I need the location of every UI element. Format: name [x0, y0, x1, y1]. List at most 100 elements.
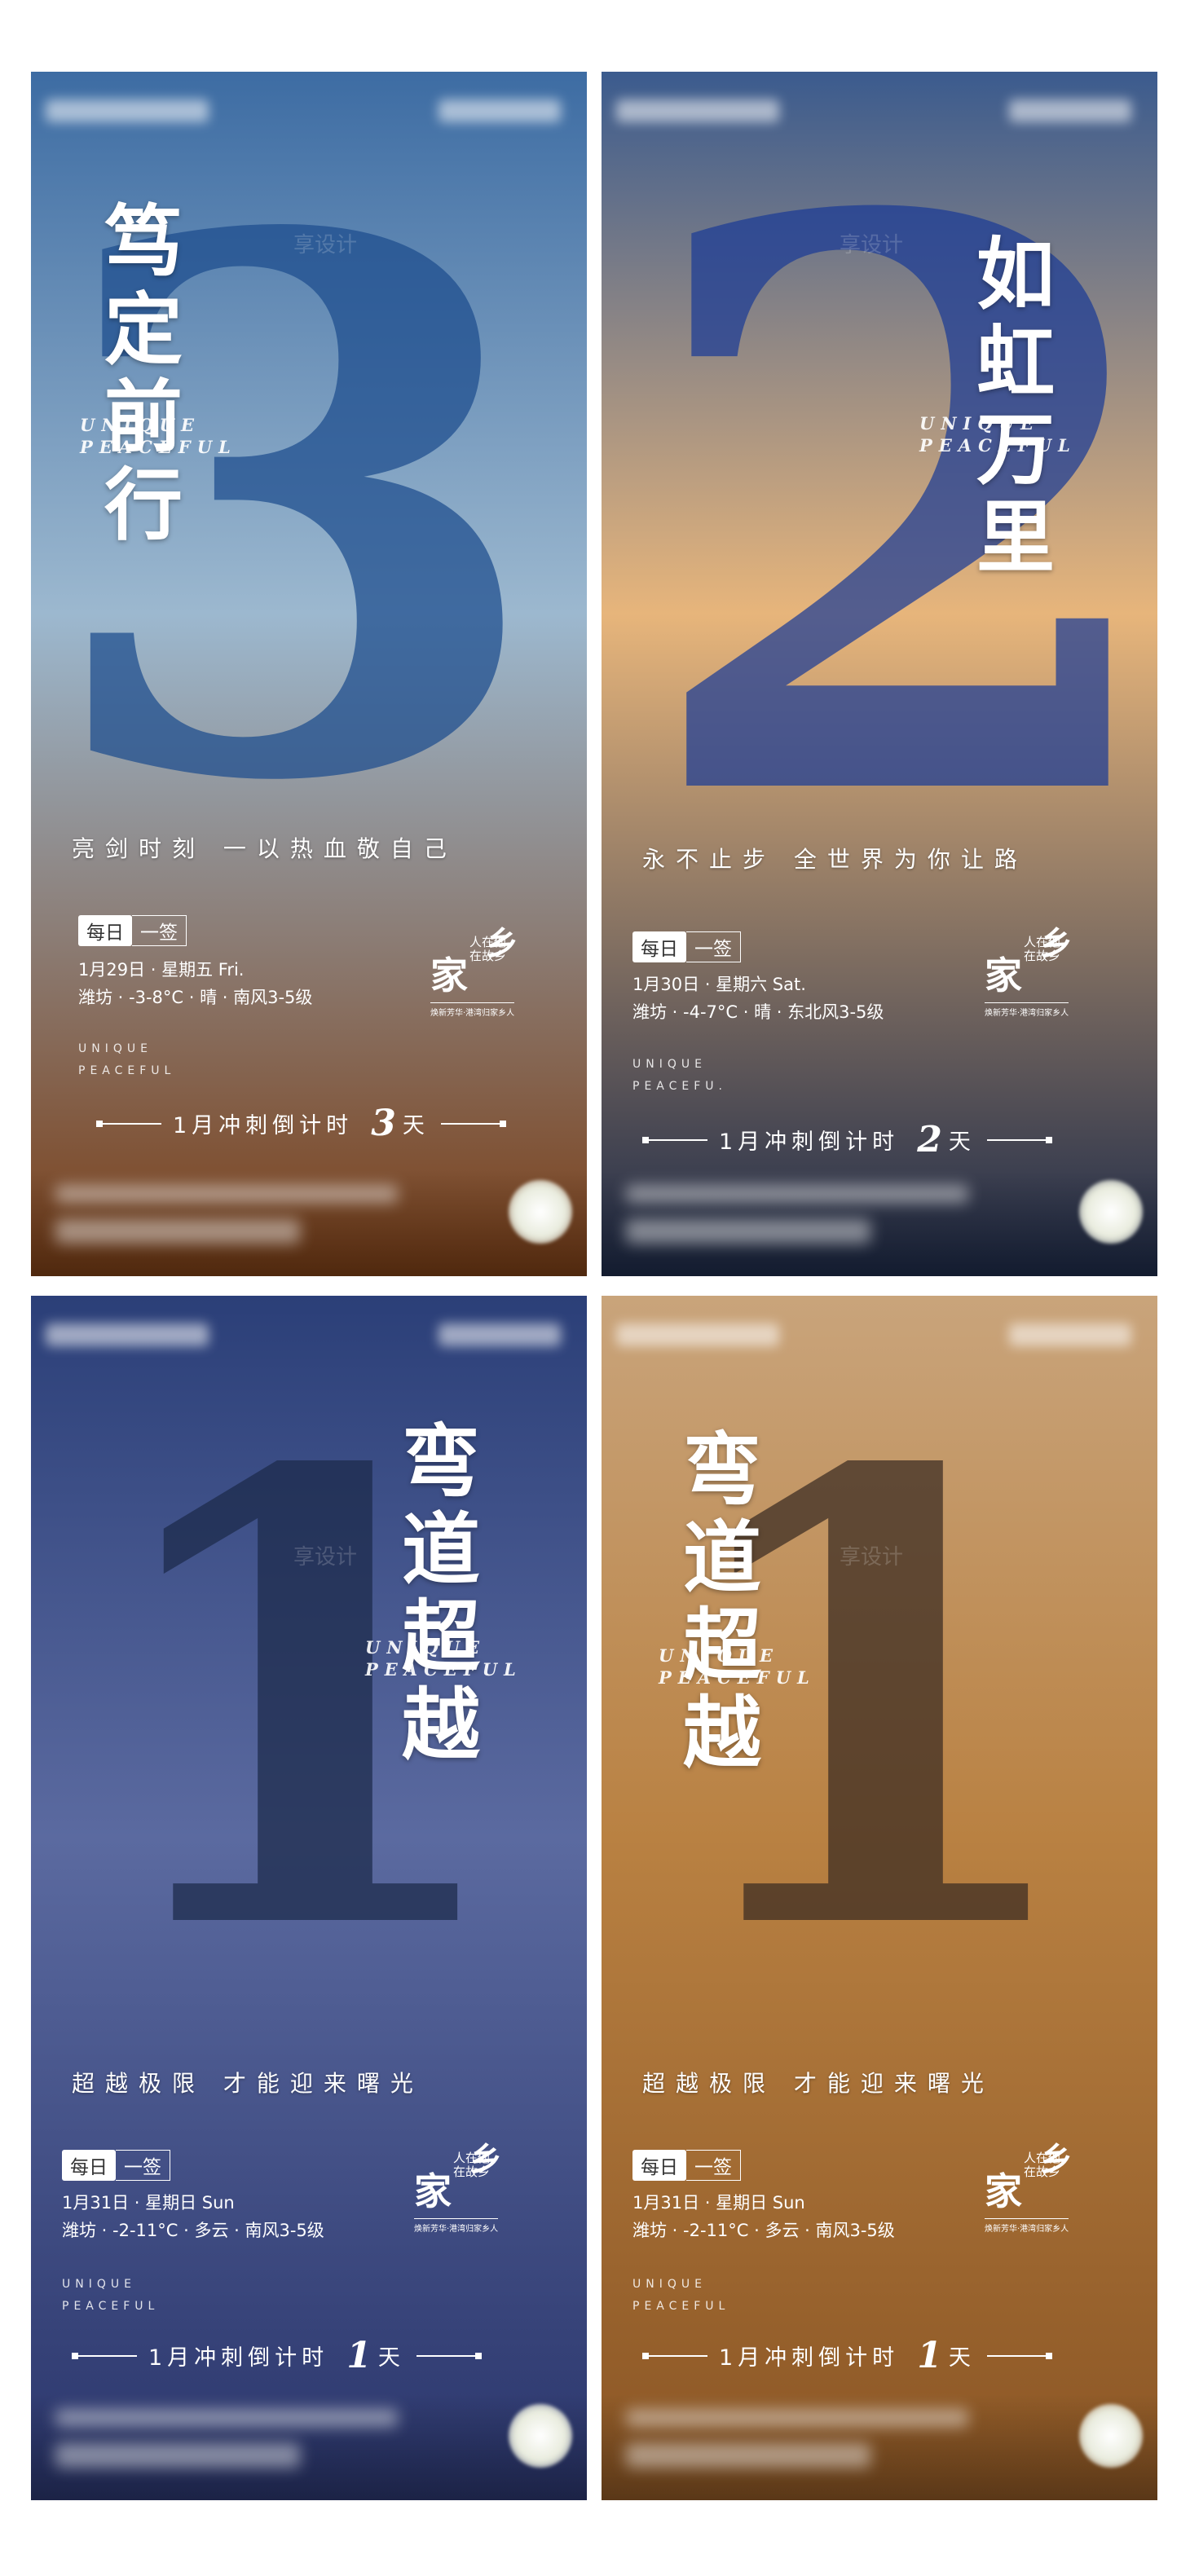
english-small: UNIQUE PEACEFU. [632, 1054, 727, 1097]
poster-title: 弯 道 超 越 [402, 1418, 482, 1768]
unique-word: UNIQUE [659, 1645, 779, 1666]
date-weather: 1月29日 · 星期五 Fri. 潍坊 · -3-8°C · 晴 · 南风3-5… [78, 957, 312, 1011]
poster-3: 1 弯 道 超 越 UNIQUE PEACEFUL 超越极限 才能迎来曙光 每日… [31, 1296, 587, 2500]
peaceful-word: PEACEFUL [80, 437, 237, 458]
blurred-header-left [616, 1323, 779, 1346]
tag-daily: 每日 [78, 915, 132, 946]
date-weather: 1月31日 · 星期日 Sun 潍坊 · -2-11°C · 多云 · 南风3-… [62, 2190, 324, 2244]
brand-jia: 家 [430, 953, 468, 997]
title-char: 里 [976, 491, 1056, 583]
english-small: UNIQUE PEACEFUL [62, 2274, 159, 2317]
countdown-line-right [986, 2352, 1052, 2359]
tag-sign: 一签 [686, 931, 741, 962]
countdown-number: 1 [917, 2335, 942, 2376]
countdown-suffix: 天 [948, 1129, 976, 1155]
date-text: 1月31日 · 星期日 Sun [62, 2193, 235, 2213]
title-char: 越 [683, 1686, 763, 1779]
title-char: 弯 [402, 1416, 482, 1508]
english-small: UNIQUE PEACEFUL [632, 2274, 729, 2317]
en-line-1: UNIQUE [632, 1058, 707, 1071]
peaceful-word: PEACEFUL [365, 1659, 522, 1680]
blurred-header-right [439, 99, 561, 122]
brand-logo: 家 乡 人在他 在故乡 焕新芳华·港湾归家乡人 [985, 2143, 1115, 2234]
blurred-header-right [1009, 1323, 1131, 1346]
daily-tag: 每日 一签 [78, 915, 187, 946]
en-line-2: PEACEFUL [632, 2299, 730, 2313]
brand-jia: 家 [985, 953, 1022, 997]
tag-daily: 每日 [62, 2150, 116, 2181]
title-char: 道 [683, 1511, 763, 1604]
countdown-line-left [96, 1120, 161, 1127]
blurred-qr-logo [509, 2404, 572, 2468]
weather-text: 潍坊 · -2-11°C · 多云 · 南风3-5级 [62, 2220, 324, 2240]
title-char: 越 [402, 1678, 482, 1771]
brand-jia: 家 [414, 2169, 452, 2213]
countdown-line-left [72, 2352, 137, 2359]
unique-peaceful-text: UNIQUE PEACEFUL [365, 1636, 522, 1681]
weather-text: 潍坊 · -4-7°C · 晴 · 东北风3-5级 [632, 1002, 884, 1022]
blurred-qr-logo [1079, 1180, 1143, 1244]
brand-small: 人在他 在故乡 [469, 935, 507, 964]
countdown-suffix: 天 [377, 2345, 405, 2371]
title-char: 如 [976, 228, 1056, 320]
poster-title: 如 虹 万 里 [976, 231, 1056, 581]
date-text: 1月31日 · 星期日 Sun [632, 2193, 805, 2213]
blurred-header-right [439, 1323, 561, 1346]
countdown-prefix: 1月冲刺倒计时 [173, 1113, 354, 1138]
countdown: 1月冲刺倒计时 2 天 [642, 1119, 1052, 1160]
date-text: 1月29日 · 星期五 Fri. [78, 960, 245, 980]
blurred-header-left [46, 1323, 209, 1346]
blurred-contact-1 [626, 2409, 968, 2427]
en-line-2: PEACEFUL [62, 2299, 160, 2313]
blurred-contact-1 [626, 1185, 968, 1203]
title-char: 道 [402, 1503, 482, 1596]
poster-title: 弯 道 超 越 [683, 1426, 763, 1777]
unique-peaceful-text: UNIQUE PEACEFUL [80, 414, 237, 459]
countdown: 1月冲刺倒计时 1 天 [72, 2335, 482, 2376]
brand-small: 人在他 在故乡 [1024, 2151, 1061, 2180]
en-line-1: UNIQUE [78, 1042, 152, 1055]
blurred-contact-2 [626, 2443, 870, 2468]
blurred-contact-1 [55, 2409, 398, 2427]
brand-foot: 焕新芳华·港湾归家乡人 [414, 2218, 499, 2234]
tag-sign: 一签 [116, 2150, 170, 2181]
countdown-line-left [642, 1136, 707, 1143]
date-weather: 1月31日 · 星期日 Sun 潍坊 · -2-11°C · 多云 · 南风3-… [632, 2190, 895, 2244]
countdown-suffix: 天 [948, 2345, 976, 2371]
brand-small: 人在他 在故乡 [1024, 935, 1061, 964]
brand-foot: 焕新芳华·港湾归家乡人 [985, 2218, 1069, 2234]
en-line-2: PEACEFU. [632, 1079, 727, 1093]
slogan: 超越极限 才能迎来曙光 [72, 2070, 424, 2097]
daily-tag: 每日 一签 [632, 931, 741, 962]
title-char: 行 [104, 458, 184, 551]
countdown-line-left [642, 2352, 707, 2359]
blurred-contact-2 [55, 2443, 300, 2468]
en-line-1: UNIQUE [632, 2278, 707, 2291]
countdown-prefix: 1月冲刺倒计时 [719, 1129, 900, 1155]
slogan: 超越极限 才能迎来曙光 [642, 2070, 994, 2097]
countdown-suffix: 天 [402, 1113, 430, 1138]
brand-jia: 家 [985, 2169, 1022, 2213]
tag-sign: 一签 [686, 2150, 741, 2181]
tag-sign: 一签 [132, 915, 187, 946]
countdown-prefix: 1月冲刺倒计时 [719, 2345, 900, 2371]
brand-small: 人在他 在故乡 [453, 2151, 491, 2180]
countdown-prefix: 1月冲刺倒计时 [148, 2345, 329, 2371]
tag-daily: 每日 [632, 2150, 686, 2181]
title-char: 定 [104, 283, 184, 376]
countdown: 1月冲刺倒计时 1 天 [642, 2335, 1052, 2376]
countdown-line-right [986, 1136, 1052, 1143]
slogan: 亮剑时刻 一以热血敬自己 [72, 835, 457, 862]
poster-4: 1 弯 道 超 越 UNIQUE PEACEFUL 超越极限 才能迎来曙光 每日… [602, 1296, 1157, 2500]
peaceful-word: PEACEFUL [919, 435, 1077, 456]
brand-foot: 焕新芳华·港湾归家乡人 [985, 1002, 1069, 1018]
brand-logo: 家 乡 人在他 在故乡 焕新芳华·港湾归家乡人 [985, 927, 1115, 1018]
blurred-header-left [616, 99, 779, 122]
title-char: 笃 [104, 196, 184, 288]
daily-tag: 每日 一签 [62, 2150, 170, 2181]
title-char: 虹 [976, 315, 1056, 408]
title-char: 弯 [683, 1424, 763, 1516]
peaceful-word: PEACEFUL [659, 1667, 816, 1689]
english-small: UNIQUE PEACEFUL [78, 1038, 175, 1081]
blurred-contact-2 [626, 1219, 870, 1244]
